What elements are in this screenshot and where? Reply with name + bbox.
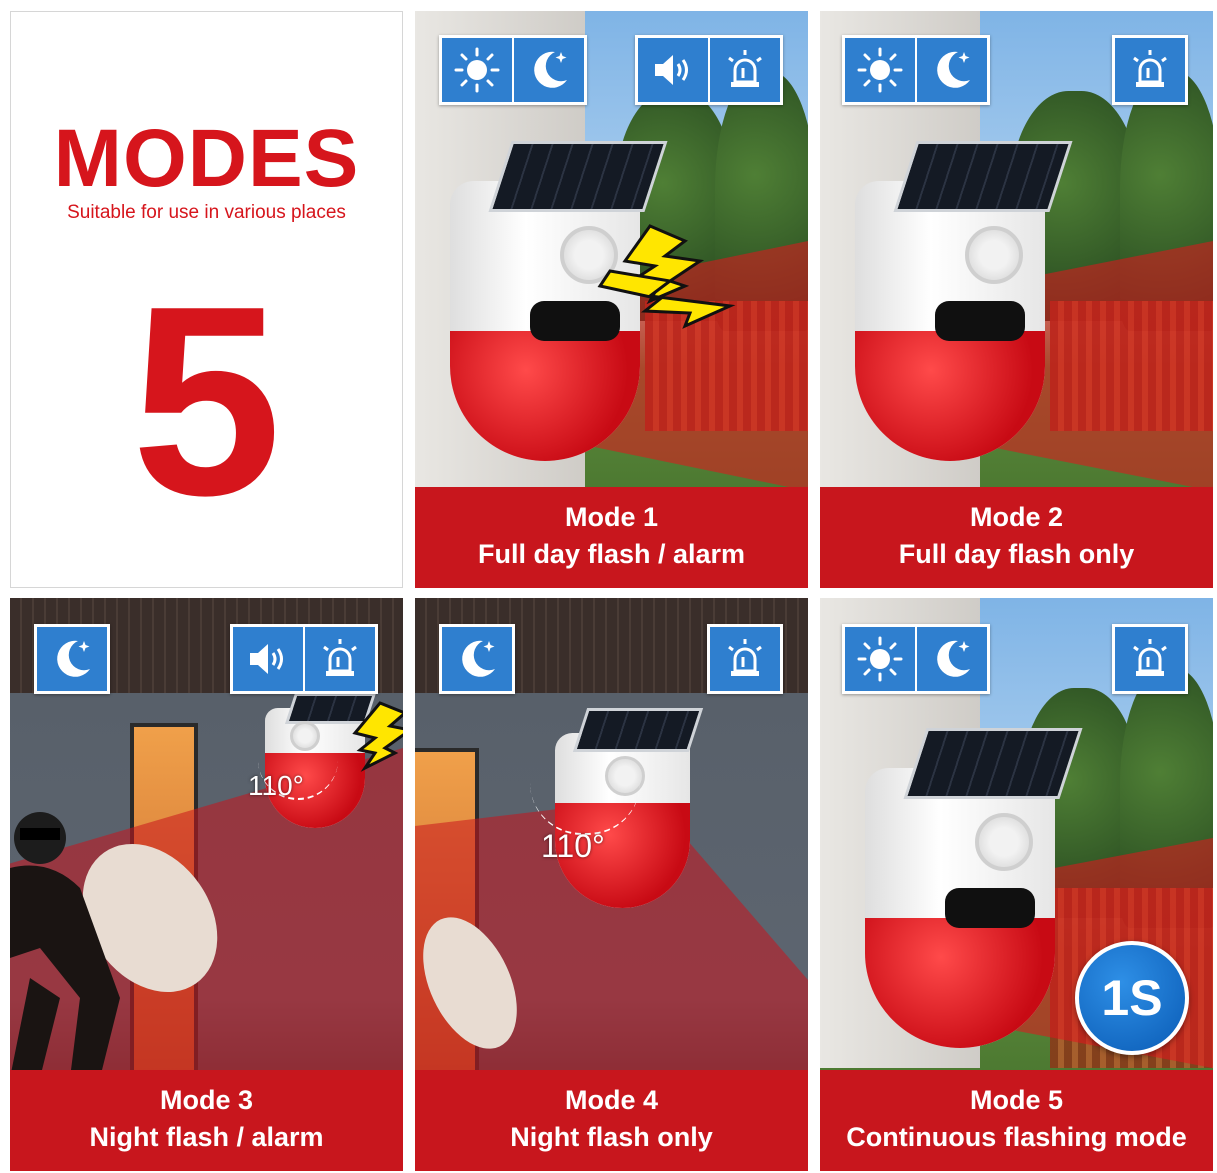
mode-2-panel: Mode 2 Full day flash only	[820, 11, 1213, 588]
sound-bolt-icon	[597, 224, 736, 329]
mode-1-panel: Mode 1 Full day flash / alarm	[415, 11, 808, 588]
mode-3-output-icons	[230, 624, 378, 694]
mode-5-output-icons	[1112, 624, 1188, 694]
mode-4-title: Mode 4	[564, 1085, 658, 1115]
moon-icon	[915, 38, 987, 102]
mode-3-panel: 110° Mode 3 Night flash / alarm	[10, 598, 403, 1171]
mode-4-time-icons	[439, 624, 515, 694]
siren-icon	[708, 38, 780, 102]
sound-bolt-icon	[352, 701, 403, 772]
mode-2-caption: Mode 2 Full day flash only	[820, 487, 1213, 588]
siren-icon	[1115, 38, 1185, 102]
burglar-image	[10, 812, 218, 1078]
mode-2-time-icons	[842, 35, 990, 105]
detection-angle-label: 110°	[248, 770, 304, 801]
mode-5-description: Continuous flashing mode	[846, 1122, 1187, 1152]
mode-5-time-icons	[842, 624, 990, 694]
mode-3-time-icons	[34, 624, 110, 694]
sun-icon	[442, 38, 512, 102]
mode-1-output-icons	[635, 35, 783, 105]
moon-icon	[442, 627, 512, 691]
speaker-icon	[233, 627, 303, 691]
mode-5-title: Mode 5	[969, 1085, 1063, 1115]
moon-icon	[512, 38, 584, 102]
mode-2-output-icons	[1112, 35, 1188, 105]
mode-4-panel: 110° Mode 4 Night flash only	[415, 598, 808, 1171]
mode-3-caption: Mode 3 Night flash / alarm	[10, 1070, 403, 1171]
detection-angle-label: 110°	[541, 828, 605, 864]
flash-interval-badge: 1S	[1075, 941, 1189, 1055]
alarm-device-image	[855, 141, 1073, 471]
mode-1-description: Full day flash / alarm	[477, 539, 746, 569]
siren-icon	[303, 627, 375, 691]
mode-4-output-icons	[707, 624, 783, 694]
mode-4-caption: Mode 4 Night flash only	[415, 1070, 808, 1171]
speaker-icon	[638, 38, 708, 102]
modes-subtitle: Suitable for use in various places	[67, 202, 346, 223]
mode-3-title: Mode 3	[159, 1085, 253, 1115]
mode-4-description: Night flash only	[510, 1122, 713, 1152]
siren-icon	[710, 627, 780, 691]
moon-icon	[915, 627, 987, 691]
alarm-device-image	[865, 728, 1083, 1058]
sun-icon	[845, 38, 915, 102]
sun-icon	[845, 627, 915, 691]
mode-2-title: Mode 2	[969, 502, 1063, 532]
mode-3-description: Night flash / alarm	[89, 1122, 324, 1152]
mode-2-description: Full day flash only	[898, 539, 1135, 569]
siren-icon	[1115, 627, 1185, 691]
mode-5-caption: Mode 5 Continuous flashing mode	[820, 1070, 1213, 1171]
mode-5-panel: 1S Mode 5 Continuous flashing mode	[820, 598, 1213, 1171]
mode-1-title: Mode 1	[564, 502, 658, 532]
mode-1-time-icons	[439, 35, 587, 105]
mode-1-caption: Mode 1 Full day flash / alarm	[415, 487, 808, 588]
modes-title: MODES	[53, 113, 360, 204]
modes-count: 5	[131, 251, 282, 552]
intro-panel: MODES Suitable for use in various places…	[10, 11, 403, 588]
moon-icon	[37, 627, 107, 691]
burglar-bag-image	[423, 917, 517, 1049]
